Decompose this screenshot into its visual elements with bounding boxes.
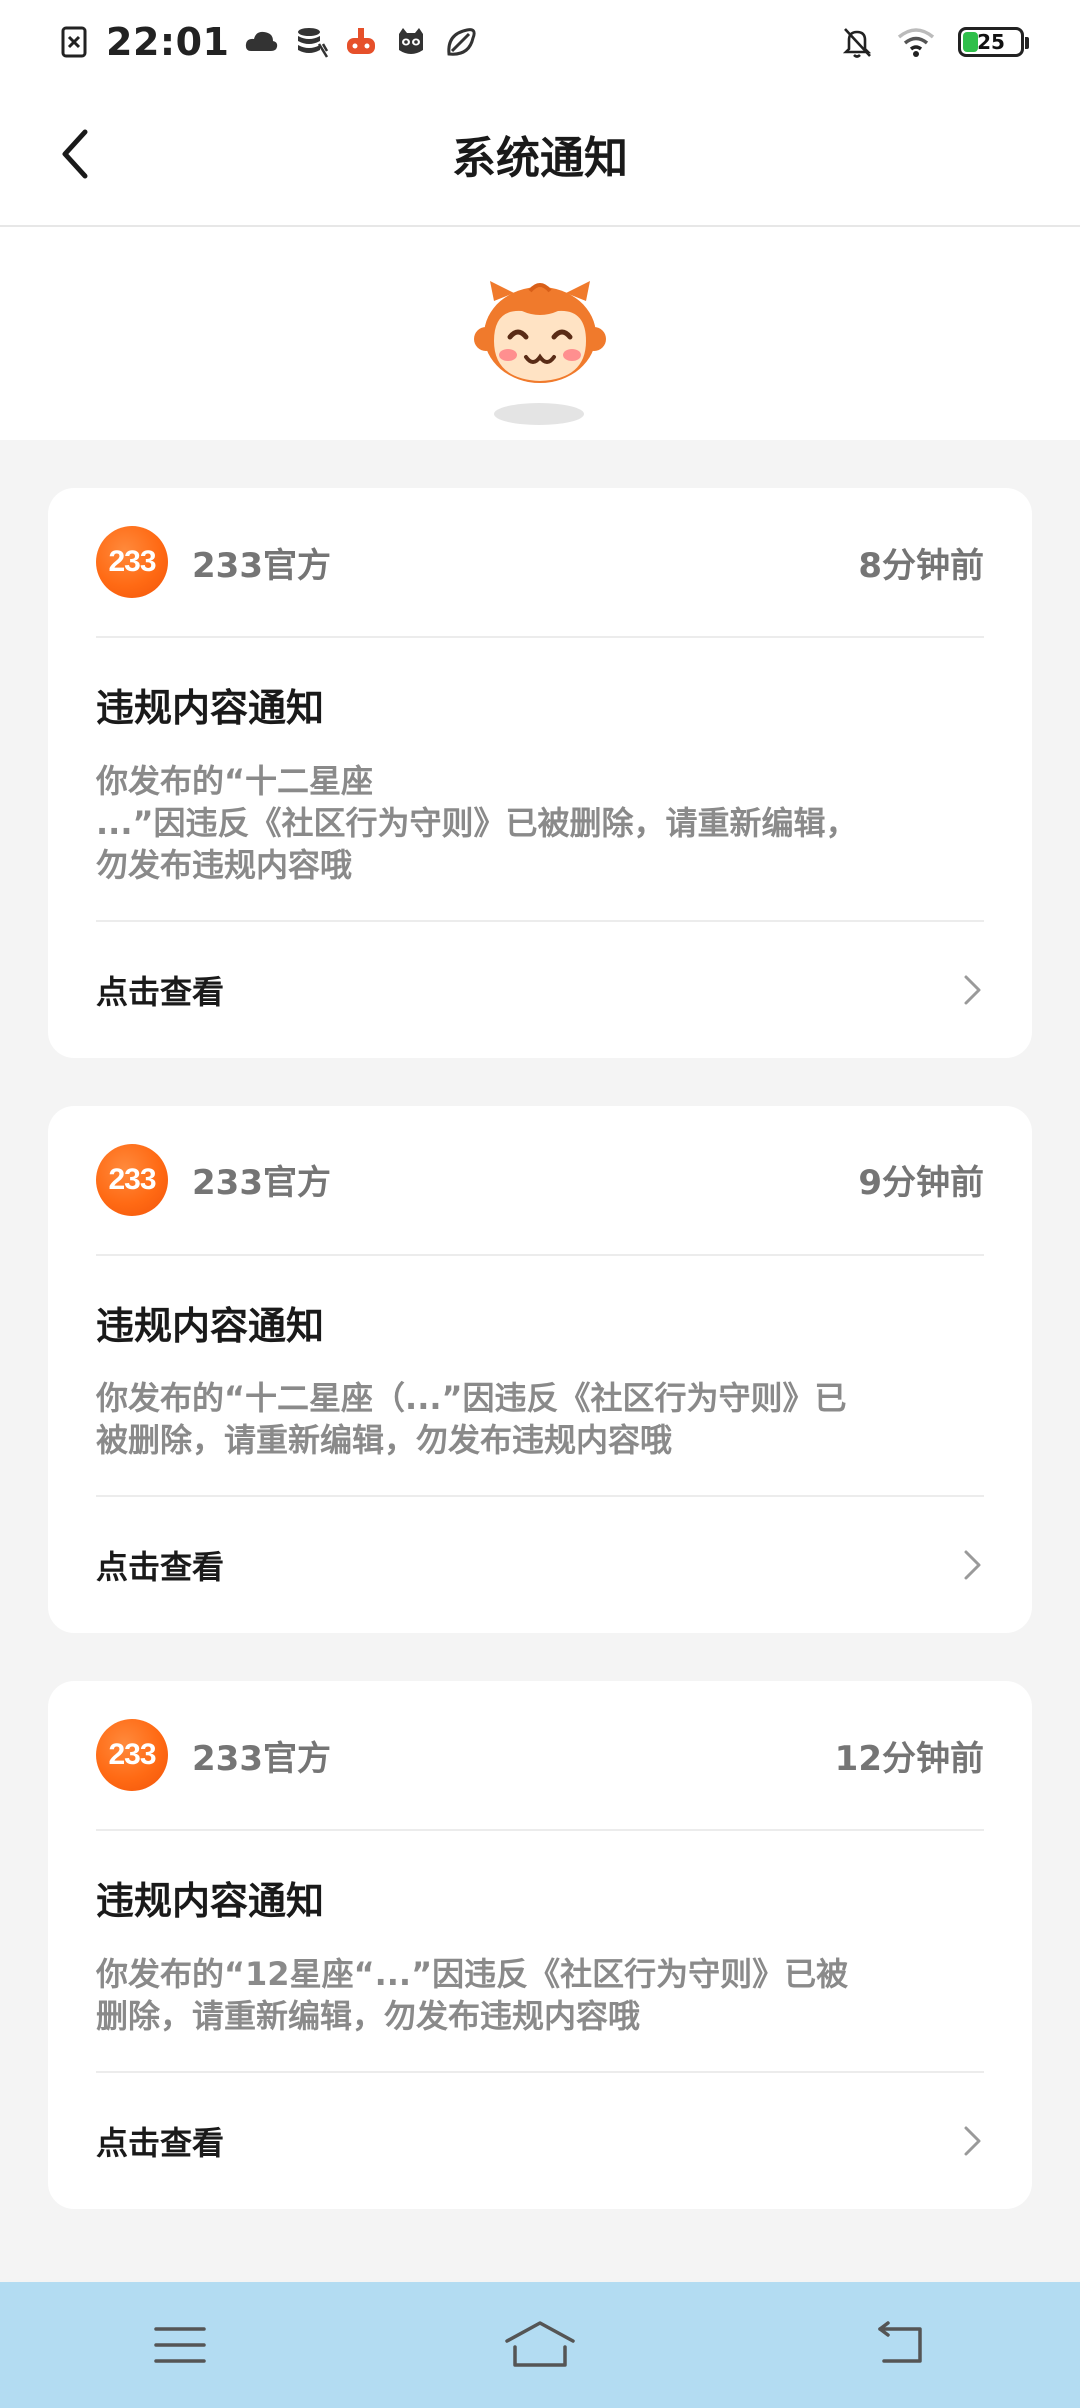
chevron-right-icon: [964, 975, 981, 1005]
card-body: 违规内容通知 你发布的“十二星座 ...”因违反《社区行为守则》已被删除，请重新…: [96, 638, 984, 922]
card-body: 违规内容通知 你发布的“十二星座（...”因违反《社区行为守则》已 被删除，请重…: [96, 1256, 984, 1498]
back-nav-button[interactable]: [840, 2300, 960, 2390]
notice-title: 违规内容通知: [96, 1303, 325, 1348]
notice-content: 你发布的“十二星座（...”因违反《社区行为守则》已 被删除，请重新编辑，勿发布…: [96, 1379, 847, 1460]
sender-name: 233官方: [192, 1163, 331, 1204]
avatar[interactable]: 233: [96, 526, 168, 598]
home-button[interactable]: [480, 2300, 600, 2390]
view-details-label: 点击查看: [96, 1548, 225, 1587]
wifi-icon: [897, 28, 935, 57]
notice-time: 8分钟前: [858, 545, 984, 586]
leaf-icon: [447, 28, 477, 56]
menu-icon: [154, 2327, 206, 2363]
notice-time: 12分钟前: [834, 1738, 984, 1779]
battery-level: 25: [977, 30, 1005, 54]
card-body: 违规内容通知 你发布的“12星座“...”因违反《社区行为守则》已被 删除，请重…: [96, 1831, 984, 2073]
notice-content: 你发布的“十二星座 ...”因违反《社区行为守则》已被删除，请重新编辑， 勿发布…: [96, 761, 858, 884]
cloud-icon: [246, 31, 278, 51]
view-details-label: 点击查看: [96, 2123, 225, 2162]
notification-card: 233 233官方 12分钟前 违规内容通知 你发布的“12星座“...”因违反…: [48, 1681, 1032, 2209]
notice-title: 违规内容通知: [96, 1879, 325, 1924]
menu-button[interactable]: [120, 2300, 240, 2390]
status-bar: 22:01 25: [0, 0, 1080, 82]
cat-face-icon: [399, 28, 424, 54]
home-icon: [505, 2321, 575, 2367]
avatar-text: 233: [108, 1162, 156, 1196]
sender-name: 233官方: [192, 1738, 331, 1779]
mascot-shadow: [494, 403, 584, 425]
avatar-text: 233: [108, 1738, 156, 1772]
status-right-group: 25: [840, 20, 1029, 64]
system-nav-bar: [0, 2282, 1080, 2408]
game-controller-icon: [347, 28, 376, 54]
card-header: 233 233官方 8分钟前: [96, 488, 984, 638]
view-details-button[interactable]: 点击查看: [96, 1497, 984, 1633]
notification-card: 233 233官方 9分钟前 违规内容通知 你发布的“十二星座（...”因违反《…: [48, 1105, 1032, 1634]
avatar-text: 233: [108, 545, 156, 578]
avatar[interactable]: 233: [96, 1719, 168, 1792]
card-header: 233 233官方 12分钟前: [96, 1681, 984, 1832]
mute-bell-icon: [842, 28, 872, 58]
data-stack-icon: [298, 28, 329, 58]
notice-time: 9分钟前: [858, 1163, 984, 1204]
status-time: 22:01: [106, 20, 230, 64]
battery-fill: [963, 32, 978, 52]
mascot-area: [0, 227, 1080, 440]
monkey-mascot-icon: [474, 281, 606, 383]
notice-title: 违规内容通知: [96, 686, 325, 730]
view-details-label: 点击查看: [96, 972, 225, 1011]
status-left-group: 22:01: [56, 18, 479, 66]
notice-content: 你发布的“12星座“...”因违反《社区行为守则》已被 删除，请重新编辑，勿发布…: [96, 1954, 849, 2035]
view-details-button[interactable]: 点击查看: [96, 2073, 984, 2209]
sim-off-icon: [61, 26, 87, 58]
sender-name: 233官方: [192, 545, 331, 586]
page-title: 系统通知: [452, 133, 628, 184]
view-details-button[interactable]: 点击查看: [96, 922, 984, 1058]
chevron-right-icon: [964, 2126, 981, 2156]
card-header: 233 233官方 9分钟前: [96, 1106, 984, 1256]
notification-list: 233 233官方 8分钟前 违规内容通知 你发布的“十二星座 ...”因违反《…: [48, 488, 1032, 2257]
avatar[interactable]: 233: [96, 1143, 168, 1216]
battery-icon: 25: [958, 27, 1029, 57]
chevron-right-icon: [964, 1550, 981, 1580]
header: 系统通知: [0, 82, 1080, 227]
notification-card: 233 233官方 8分钟前 违规内容通知 你发布的“十二星座 ...”因违反《…: [48, 488, 1032, 1058]
back-icon: [878, 2321, 922, 2363]
